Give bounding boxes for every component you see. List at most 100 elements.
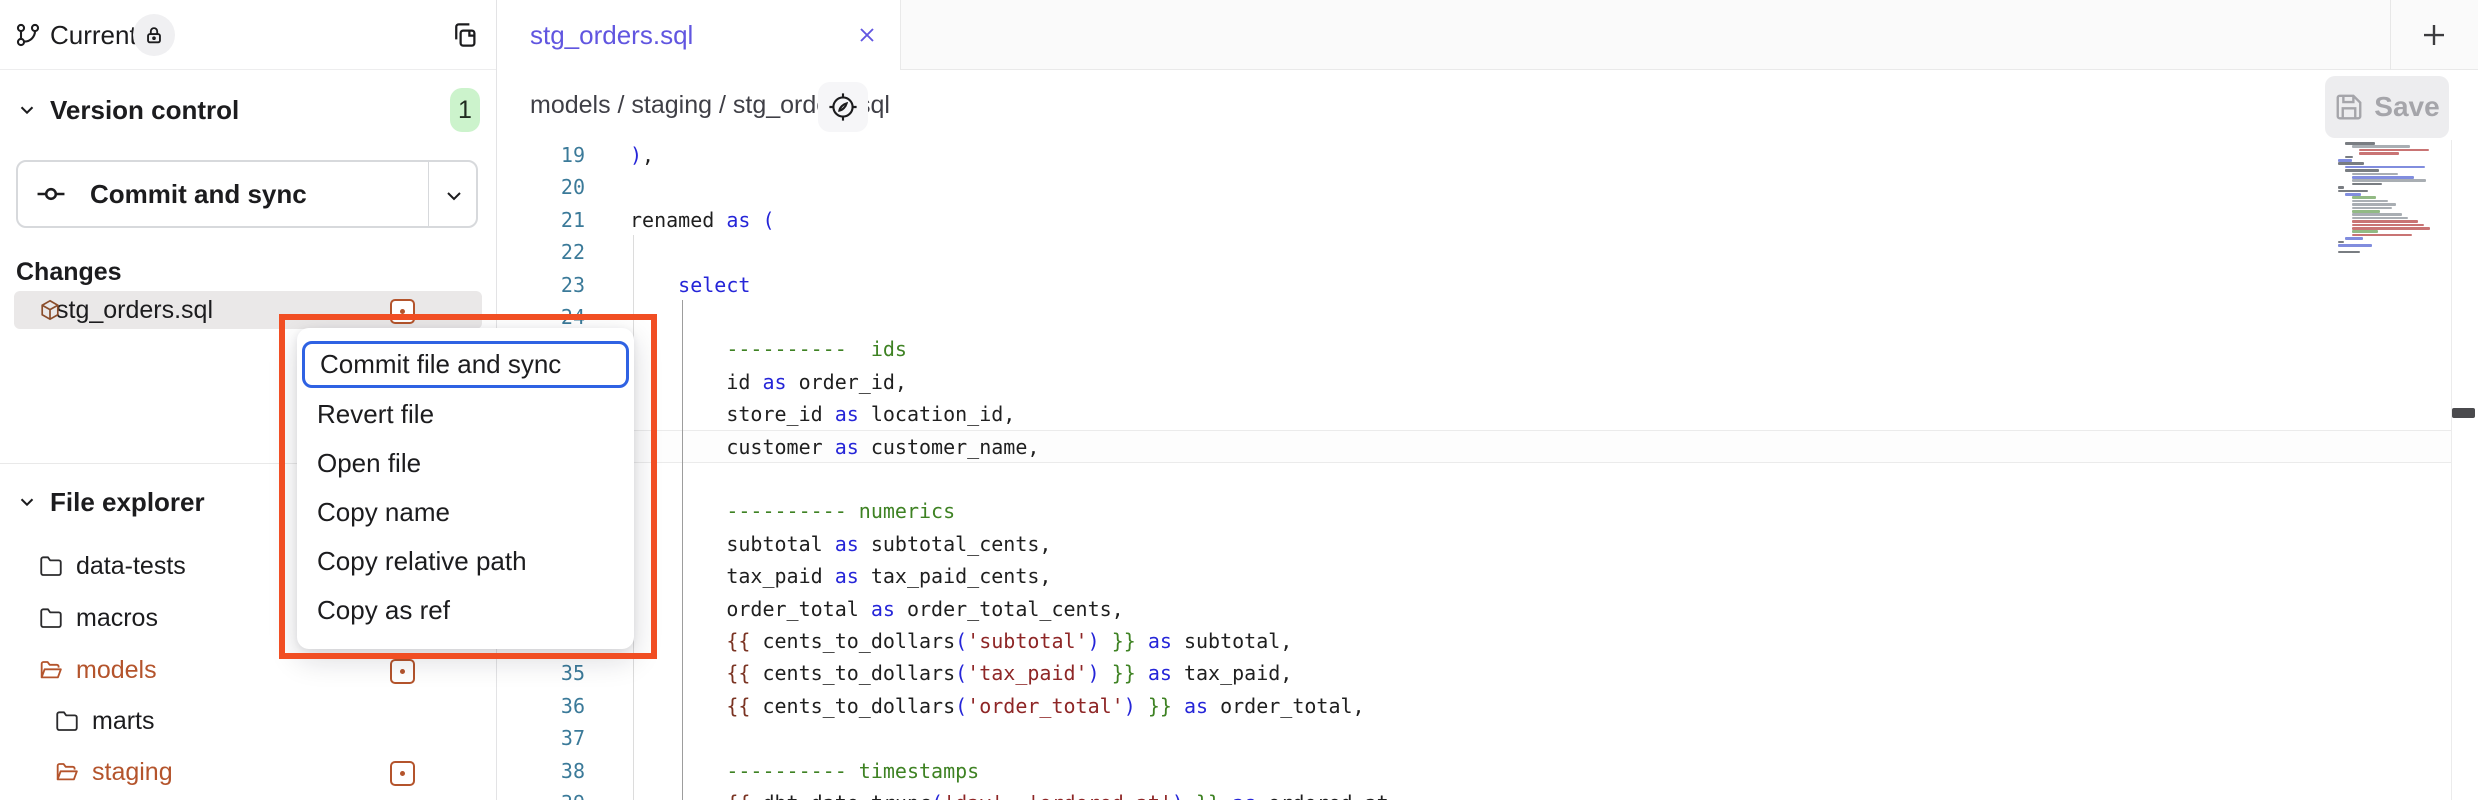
- minimap-line: [2352, 173, 2398, 176]
- tree-item-label: data-tests: [76, 552, 186, 581]
- button-divider: [428, 162, 429, 226]
- git-branch-icon: [14, 21, 42, 49]
- folder-closed-icon: [38, 553, 64, 579]
- minimap-line: [2338, 186, 2344, 189]
- save-floppy-icon: [2334, 92, 2364, 122]
- minimap-line: [2345, 156, 2353, 159]
- lock-icon: [143, 24, 165, 46]
- duplicate-branch-icon[interactable]: [450, 20, 480, 50]
- line-number: 22: [497, 236, 585, 268]
- minimap-line: [2352, 145, 2410, 148]
- code-line: ---------- ids: [630, 333, 907, 365]
- breadcrumb-bar: models / staging / stg_orders.sql Save: [497, 70, 2478, 140]
- code-line: {{ dbt.date_trunc('day', 'ordered_at') }…: [630, 787, 1389, 800]
- tab-label: stg_orders.sql: [530, 0, 693, 70]
- minimap-line: [2338, 251, 2360, 254]
- code-line: ),: [630, 140, 654, 171]
- branch-name: Current: [50, 0, 137, 70]
- minimap[interactable]: [2338, 142, 2450, 258]
- minimap-line: [2338, 241, 2344, 244]
- tree-item-label: models: [76, 656, 157, 685]
- branch-locked-badge: [133, 14, 175, 56]
- line-number: 36: [497, 690, 585, 722]
- ide-window: Current Version control 1 Commit and syn…: [0, 0, 2478, 800]
- git-commit-icon: [34, 177, 68, 211]
- minimap-line: [2352, 234, 2412, 237]
- tree-item-macros[interactable]: macros: [38, 598, 158, 638]
- tree-item-models[interactable]: models: [38, 650, 157, 690]
- modified-file-badge: [390, 299, 415, 324]
- section-version-control[interactable]: Version control: [50, 95, 239, 126]
- lineage-button[interactable]: [818, 82, 868, 132]
- minimap-line: [2352, 230, 2378, 233]
- code-line: {{ cents_to_dollars('tax_paid') }} as ta…: [630, 657, 1292, 689]
- context-menu-item[interactable]: Copy as ref: [297, 586, 634, 635]
- code-editor[interactable]: 19),2021renamed as (2223 select2425 ----…: [497, 140, 2478, 800]
- minimap-line: [2359, 149, 2429, 152]
- minimap-line: [2352, 207, 2392, 210]
- minimap-line: [2352, 210, 2380, 213]
- context-menu-item[interactable]: Copy name: [297, 488, 634, 537]
- code-line: subtotal as subtotal_cents,: [630, 528, 1051, 560]
- tree-item-marts[interactable]: marts: [54, 701, 155, 741]
- folder-closed-icon: [54, 708, 80, 734]
- minimap-line: [2352, 213, 2402, 216]
- section-file-explorer[interactable]: File explorer: [50, 487, 205, 518]
- tab-stg-orders[interactable]: stg_orders.sql: [497, 0, 901, 70]
- code-line: tax_paid as tax_paid_cents,: [630, 560, 1051, 592]
- minimap-line: [2345, 237, 2363, 240]
- lineage-compass-icon: [827, 91, 859, 123]
- new-tab-plus-icon[interactable]: [2419, 20, 2449, 50]
- chevron-down-icon[interactable]: [16, 491, 38, 513]
- minimap-line: [2352, 179, 2426, 182]
- minimap-line: [2352, 203, 2396, 206]
- code-line: order_total as order_total_cents,: [630, 593, 1124, 625]
- code-line: customer as customer_name,: [630, 431, 1039, 463]
- branch-bar: Current: [0, 0, 496, 70]
- minimap-line: [2338, 244, 2372, 247]
- code-line: ---------- timestamps: [630, 755, 979, 787]
- close-tab-icon[interactable]: [855, 23, 879, 47]
- minimap-line: [2338, 162, 2364, 165]
- line-number: 39: [497, 787, 585, 800]
- line-number: 20: [497, 171, 585, 203]
- chevron-down-icon[interactable]: [16, 99, 38, 121]
- divider: [2451, 140, 2452, 800]
- model-cube-icon: [38, 298, 62, 322]
- panel-resize-handle[interactable]: [2452, 408, 2475, 418]
- tree-item-data-tests[interactable]: data-tests: [38, 546, 186, 586]
- line-number: 19: [497, 140, 585, 171]
- context-menu: Commit file and syncRevert fileOpen file…: [297, 328, 634, 649]
- minimap-line: [2345, 142, 2375, 145]
- context-menu-item[interactable]: Commit file and sync: [302, 341, 629, 388]
- tab-bar: stg_orders.sql: [497, 0, 2478, 70]
- commit-and-sync-button[interactable]: Commit and sync: [16, 160, 478, 228]
- code-line: id as order_id,: [630, 366, 907, 398]
- minimap-line: [2352, 176, 2414, 179]
- folder-open-icon: [54, 759, 80, 785]
- context-menu-item[interactable]: Open file: [297, 439, 634, 488]
- context-menu-item[interactable]: Revert file: [297, 390, 634, 439]
- tree-item-staging[interactable]: staging: [54, 752, 173, 792]
- line-number: 21: [497, 204, 585, 236]
- minimap-line: [2345, 193, 2361, 196]
- code-line: {{ cents_to_dollars('subtotal') }} as su…: [630, 625, 1292, 657]
- modified-folder-badge: [390, 659, 415, 684]
- tree-item-label: macros: [76, 604, 158, 633]
- folder-open-icon: [38, 657, 64, 683]
- context-menu-item[interactable]: Copy relative path: [297, 537, 634, 586]
- minimap-line: [2352, 200, 2388, 203]
- line-number: 35: [497, 657, 585, 689]
- line-number: 38: [497, 755, 585, 787]
- minimap-line: [2352, 183, 2382, 186]
- minimap-line: [2345, 166, 2425, 169]
- editor-pane: stg_orders.sql models / staging / stg_or…: [497, 0, 2478, 800]
- commit-options-chevron-icon[interactable]: [442, 184, 466, 208]
- code-line: ---------- numerics: [630, 495, 955, 527]
- minimap-line: [2352, 220, 2418, 223]
- save-button[interactable]: Save: [2325, 76, 2449, 138]
- minimap-line: [2352, 227, 2430, 230]
- line-number: 23: [497, 269, 585, 301]
- minimap-line: [2338, 190, 2368, 193]
- code-line: select: [630, 269, 750, 301]
